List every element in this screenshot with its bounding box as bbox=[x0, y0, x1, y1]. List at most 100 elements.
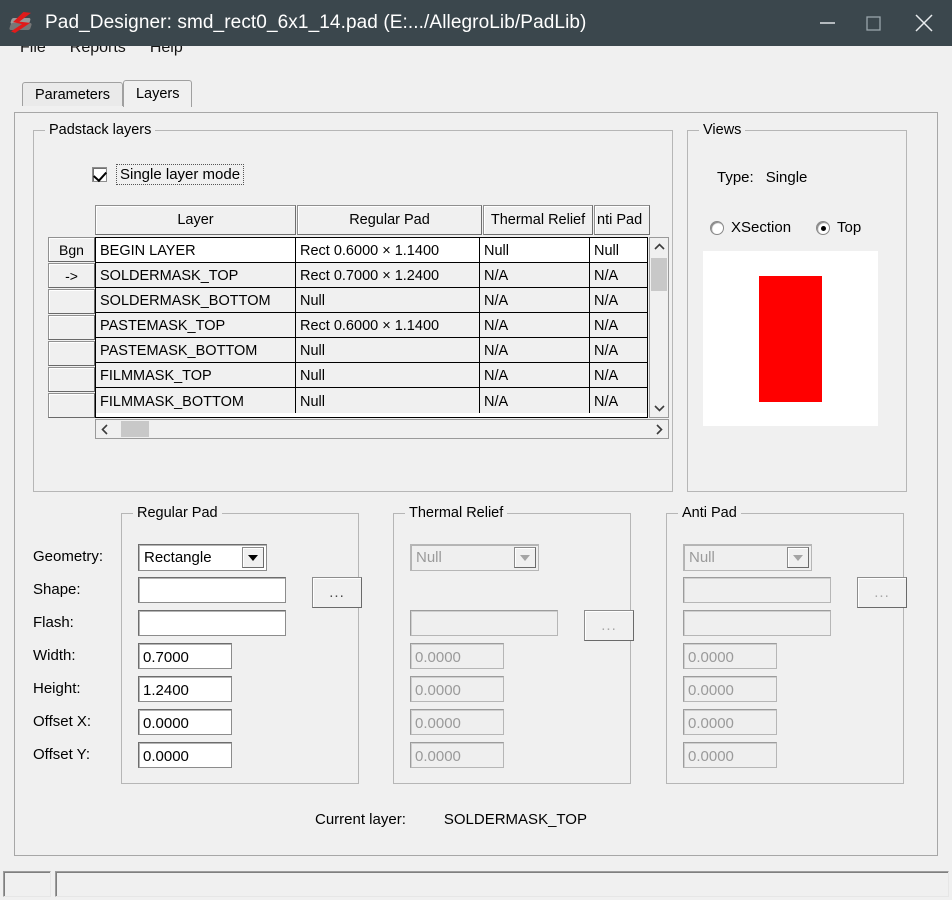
table-row[interactable]: BEGIN LAYER Rect 0.6000 × 1.1400 Null Nu… bbox=[96, 238, 647, 263]
cell-thermal-relief[interactable]: N/A bbox=[480, 363, 590, 388]
cell-layer[interactable]: FILMMASK_TOP bbox=[96, 363, 296, 388]
row-button-begin[interactable]: Bgn bbox=[48, 237, 95, 262]
regular-pad-shape-browse-button[interactable]: ... bbox=[312, 577, 362, 608]
table-horizontal-scrollbar[interactable] bbox=[95, 419, 669, 439]
top-radio[interactable] bbox=[816, 220, 830, 235]
tab-parameters[interactable]: Parameters bbox=[22, 82, 123, 106]
thermal-relief-flash-browse-button[interactable]: ... bbox=[584, 610, 634, 641]
cell-thermal-relief[interactable]: Null bbox=[480, 238, 590, 263]
cell-thermal-relief[interactable]: N/A bbox=[480, 338, 590, 363]
thermal-relief-geometry-select[interactable]: Null bbox=[410, 544, 539, 571]
cell-layer[interactable]: PASTEMASK_BOTTOM bbox=[96, 338, 296, 363]
regular-pad-offset-x-input[interactable]: 0.0000 bbox=[138, 709, 232, 735]
menu-item-reports[interactable]: Reports bbox=[58, 46, 138, 56]
scrollbar-thumb-vertical[interactable] bbox=[651, 258, 667, 291]
row-button-current[interactable]: -> bbox=[48, 263, 95, 288]
column-header-thermal-relief[interactable]: Thermal Relief bbox=[483, 205, 593, 235]
chevron-down-icon[interactable] bbox=[787, 547, 809, 568]
cell-regular-pad[interactable]: Null bbox=[296, 288, 480, 313]
maximize-button[interactable] bbox=[850, 0, 896, 46]
table-row[interactable]: PASTEMASK_BOTTOM Null N/A N/A bbox=[96, 338, 647, 363]
column-header-layer[interactable]: Layer bbox=[95, 205, 296, 235]
row-button-7[interactable] bbox=[48, 393, 95, 418]
cell-anti-pad[interactable]: N/A bbox=[590, 263, 647, 288]
row-button-5[interactable] bbox=[48, 341, 95, 366]
cell-regular-pad[interactable]: Rect 0.7000 × 1.2400 bbox=[296, 263, 480, 288]
regular-pad-flash-input[interactable] bbox=[138, 610, 286, 636]
regular-pad-offset-y-input[interactable]: 0.0000 bbox=[138, 742, 232, 768]
thermal-relief-flash-input[interactable] bbox=[410, 610, 558, 636]
cell-thermal-relief[interactable]: N/A bbox=[480, 263, 590, 288]
table-row[interactable]: SOLDERMASK_BOTTOM Null N/A N/A bbox=[96, 288, 647, 313]
anti-pad-width-input[interactable]: 0.0000 bbox=[683, 643, 777, 669]
row-button-3[interactable] bbox=[48, 289, 95, 314]
cell-regular-pad[interactable]: Null bbox=[296, 388, 480, 413]
cell-anti-pad[interactable]: N/A bbox=[590, 288, 647, 313]
regular-pad-group: Regular Pad Rectangle ... 0.7000 1.2400 … bbox=[121, 505, 362, 784]
cell-thermal-relief[interactable]: N/A bbox=[480, 313, 590, 338]
row-button-6[interactable] bbox=[48, 367, 95, 392]
cell-layer[interactable]: SOLDERMASK_TOP bbox=[96, 263, 296, 288]
table-row[interactable]: FILMMASK_TOP Null N/A N/A bbox=[96, 363, 647, 388]
cell-thermal-relief[interactable]: N/A bbox=[480, 288, 590, 313]
single-layer-mode-row[interactable]: Single layer mode bbox=[92, 164, 245, 185]
cell-anti-pad[interactable]: N/A bbox=[590, 313, 647, 338]
column-header-anti-pad[interactable]: nti Pad bbox=[594, 205, 650, 235]
regular-pad-shape-input[interactable] bbox=[138, 577, 286, 603]
minimize-button[interactable] bbox=[804, 0, 850, 46]
anti-pad-offset-y-input[interactable]: 0.0000 bbox=[683, 742, 777, 768]
cell-regular-pad[interactable]: Null bbox=[296, 363, 480, 388]
anti-pad-shape-input[interactable] bbox=[683, 577, 831, 603]
view-option-xsection[interactable]: XSection bbox=[710, 219, 791, 236]
column-header-regular-pad[interactable]: Regular Pad bbox=[297, 205, 482, 235]
row-button-4[interactable] bbox=[48, 315, 95, 340]
window-titlebar: Pad_Designer: smd_rect0_6x1_14.pad (E:..… bbox=[0, 0, 952, 46]
cell-anti-pad[interactable]: N/A bbox=[590, 363, 647, 388]
menu-item-help[interactable]: Help bbox=[138, 46, 195, 56]
cell-regular-pad[interactable]: Rect 0.6000 × 1.1400 bbox=[296, 313, 480, 338]
menu-item-file[interactable]: File bbox=[8, 46, 58, 56]
top-label[interactable]: Top bbox=[837, 219, 861, 236]
thermal-relief-height-input[interactable]: 0.0000 bbox=[410, 676, 504, 702]
chevron-down-icon[interactable] bbox=[242, 547, 264, 568]
cell-anti-pad[interactable]: N/A bbox=[590, 388, 647, 413]
anti-pad-shape-browse-button[interactable]: ... bbox=[857, 577, 907, 608]
anti-pad-offset-x-input[interactable]: 0.0000 bbox=[683, 709, 777, 735]
cell-layer[interactable]: BEGIN LAYER bbox=[96, 238, 296, 263]
xsection-radio[interactable] bbox=[710, 220, 724, 235]
anti-pad-legend: Anti Pad bbox=[678, 505, 741, 521]
single-layer-mode-checkbox[interactable] bbox=[92, 167, 107, 182]
cell-layer[interactable]: SOLDERMASK_BOTTOM bbox=[96, 288, 296, 313]
table-row[interactable]: FILMMASK_BOTTOM Null N/A N/A bbox=[96, 388, 647, 413]
chevron-up-icon[interactable] bbox=[650, 238, 668, 256]
cell-thermal-relief[interactable]: N/A bbox=[480, 388, 590, 413]
table-row[interactable]: SOLDERMASK_TOP Rect 0.7000 × 1.2400 N/A … bbox=[96, 263, 647, 288]
anti-pad-geometry-select[interactable]: Null bbox=[683, 544, 812, 571]
table-vertical-scrollbar[interactable] bbox=[649, 237, 669, 418]
thermal-relief-width-input[interactable]: 0.0000 bbox=[410, 643, 504, 669]
chevron-right-icon[interactable] bbox=[650, 420, 668, 438]
xsection-label[interactable]: XSection bbox=[731, 219, 791, 236]
regular-pad-geometry-select[interactable]: Rectangle bbox=[138, 544, 267, 571]
chevron-down-icon[interactable] bbox=[514, 547, 536, 568]
tab-layers[interactable]: Layers bbox=[122, 80, 193, 107]
close-button[interactable] bbox=[896, 0, 952, 46]
scrollbar-thumb-horizontal[interactable] bbox=[121, 421, 149, 437]
anti-pad-height-input[interactable]: 0.0000 bbox=[683, 676, 777, 702]
anti-pad-flash-input[interactable] bbox=[683, 610, 831, 636]
cell-anti-pad[interactable]: N/A bbox=[590, 338, 647, 363]
table-row[interactable]: PASTEMASK_TOP Rect 0.6000 × 1.1400 N/A N… bbox=[96, 313, 647, 338]
single-layer-mode-label[interactable]: Single layer mode bbox=[116, 164, 245, 185]
regular-pad-width-input[interactable]: 0.7000 bbox=[138, 643, 232, 669]
cell-layer[interactable]: PASTEMASK_TOP bbox=[96, 313, 296, 338]
cell-regular-pad[interactable]: Rect 0.6000 × 1.1400 bbox=[296, 238, 480, 263]
chevron-down-icon[interactable] bbox=[650, 399, 668, 417]
cell-anti-pad[interactable]: Null bbox=[590, 238, 647, 263]
thermal-relief-offset-y-input[interactable]: 0.0000 bbox=[410, 742, 504, 768]
chevron-left-icon[interactable] bbox=[96, 420, 114, 438]
cell-layer[interactable]: FILMMASK_BOTTOM bbox=[96, 388, 296, 413]
regular-pad-height-input[interactable]: 1.2400 bbox=[138, 676, 232, 702]
thermal-relief-offset-x-input[interactable]: 0.0000 bbox=[410, 709, 504, 735]
cell-regular-pad[interactable]: Null bbox=[296, 338, 480, 363]
view-option-top[interactable]: Top bbox=[816, 219, 861, 236]
